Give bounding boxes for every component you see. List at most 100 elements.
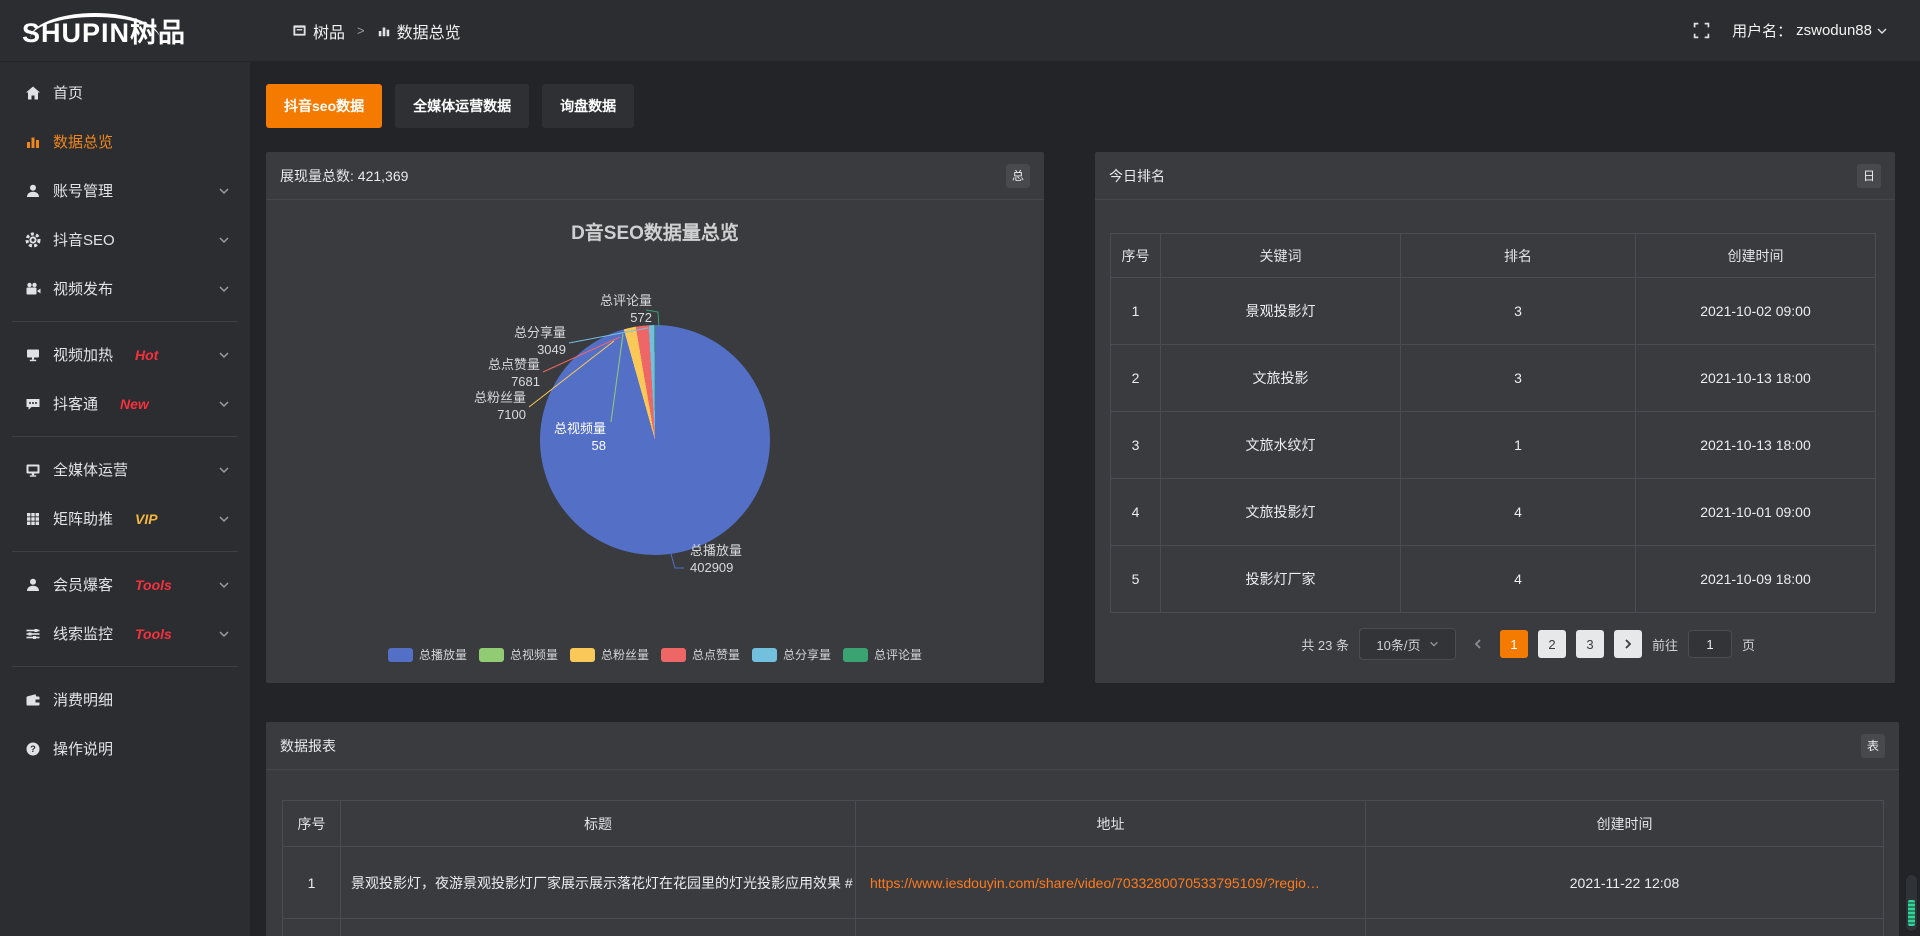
chat-icon: [25, 396, 41, 412]
report-title: 数据报表: [280, 736, 336, 756]
sidebar-item-lead-monitor[interactable]: 线索监控 Tools: [0, 609, 250, 658]
sidebar-item-home[interactable]: 首页: [0, 68, 250, 117]
tools-badge: Tools: [135, 577, 172, 593]
sidebar-item-account[interactable]: 账号管理: [0, 166, 250, 215]
sliders-icon: [25, 626, 41, 642]
pagination: 共 23 条 10条/页 1 2 3 前往 页: [1095, 628, 1895, 660]
data-report-panel: 数据报表 表 序号 标题 地址 创建时间 1 景观投影灯，夜游景观投影灯厂家展示…: [266, 722, 1899, 936]
sidebar-item-spending-detail[interactable]: 消费明细: [0, 675, 250, 724]
user-menu[interactable]: 用户名： zswodun88: [1732, 20, 1888, 41]
page-size-select[interactable]: 10条/页: [1359, 628, 1456, 660]
daily-view-button[interactable]: 日: [1857, 164, 1881, 188]
table-row: [283, 919, 1884, 936]
legend-item-comments[interactable]: 总评论量: [843, 646, 922, 663]
tab-douyin-seo[interactable]: 抖音seo数据: [266, 84, 382, 128]
page-button-2[interactable]: 2: [1538, 630, 1566, 658]
goto-label: 前往: [1652, 635, 1678, 654]
report-table: 序号 标题 地址 创建时间 1 景观投影灯，夜游景观投影灯厂家展示展示落花灯在花…: [282, 800, 1884, 936]
total-view-button[interactable]: 总: [1006, 164, 1030, 188]
impressions-panel: 展现量总数: 421,369 总 D音SEO数据量总览 总评论量572: [266, 152, 1044, 683]
table-row: 1景观投影灯 32021-10-02 09:00: [1111, 278, 1876, 345]
sidebar-item-douyin-seo[interactable]: 抖音SEO: [0, 215, 250, 264]
breadcrumb-current[interactable]: 数据总览: [377, 19, 461, 43]
sidebar-item-douketong[interactable]: 抖客通 New: [0, 379, 250, 428]
chevron-down-icon: [218, 398, 230, 410]
tab-all-media[interactable]: 全媒体运营数据: [395, 84, 529, 128]
hot-badge: Hot: [135, 347, 158, 363]
legend-item-fans[interactable]: 总粉丝量: [570, 646, 649, 663]
screen-icon: [25, 347, 41, 363]
app-logo: SHUPIN树品: [0, 11, 250, 50]
new-badge: New: [120, 396, 149, 412]
today-ranking-panel: 今日排名 日 序号 关键词 排名 创建时间 1景观投影灯 32021-10-02…: [1095, 152, 1895, 683]
next-page-button[interactable]: [1614, 630, 1642, 658]
chevron-down-icon: [218, 234, 230, 246]
chevron-down-icon: [218, 513, 230, 525]
sidebar-divider: [12, 551, 238, 552]
chevron-down-icon: [218, 283, 230, 295]
table-row: 2文旅投影 32021-10-13 18:00: [1111, 345, 1876, 412]
table-row: 3文旅水纹灯 12021-10-13 18:00: [1111, 412, 1876, 479]
page-button-3[interactable]: 3: [1576, 630, 1604, 658]
monitor-icon: [25, 462, 41, 478]
sidebar-divider: [12, 321, 238, 322]
breadcrumb-separator: >: [357, 23, 365, 38]
breadcrumb-home[interactable]: 树品: [292, 19, 345, 43]
table-view-button[interactable]: 表: [1861, 734, 1885, 758]
chevron-down-icon: [218, 185, 230, 197]
video-link[interactable]: https://www.iesdouyin.com/share/video/70…: [870, 875, 1320, 891]
legend-swatch: [843, 648, 868, 662]
scroll-thumb: [1908, 900, 1915, 926]
member-icon: [25, 577, 41, 593]
table-header-row: 序号 关键词 排名 创建时间: [1111, 234, 1876, 278]
legend-item-videos[interactable]: 总视频量: [479, 646, 558, 663]
legend-item-likes[interactable]: 总点赞量: [661, 646, 740, 663]
legend-item-shares[interactable]: 总分享量: [752, 646, 831, 663]
legend-swatch: [479, 648, 504, 662]
video-title-cell: 景观投影灯，夜游景观投影灯厂家展示展示落花灯在花园里的灯光投影应用效果 #: [341, 847, 856, 919]
tab-inquiry[interactable]: 询盘数据: [542, 84, 634, 128]
pie-label-likes: 总点赞量7681: [398, 356, 540, 390]
page-button-1[interactable]: 1: [1500, 630, 1528, 658]
table-row: 5投影灯厂家 42021-10-09 18:00: [1111, 546, 1876, 613]
total-count: 共 23 条: [1301, 635, 1349, 654]
chevron-down-icon: [218, 349, 230, 361]
pie-leader-lines: [266, 200, 1044, 683]
svg-text:?: ?: [30, 744, 36, 754]
prev-page-button[interactable]: [1466, 630, 1490, 658]
sidebar-item-matrix-boost[interactable]: 矩阵助推 VIP: [0, 494, 250, 543]
chevron-down-icon: [218, 579, 230, 591]
chevron-down-icon: [218, 628, 230, 640]
gear-icon: [25, 232, 41, 248]
sidebar-item-video-heat[interactable]: 视频加热 Hot: [0, 330, 250, 379]
impressions-title: 展现量总数: 421,369: [280, 166, 408, 186]
ranking-table: 序号 关键词 排名 创建时间 1景观投影灯 32021-10-02 09:00 …: [1110, 233, 1876, 613]
bar-chart-icon: [377, 24, 391, 38]
sidebar-divider: [12, 666, 238, 667]
sidebar-item-all-media[interactable]: 全媒体运营: [0, 445, 250, 494]
username-label: 用户名：: [1732, 20, 1792, 41]
sidebar-item-video-publish[interactable]: 视频发布: [0, 264, 250, 313]
fullscreen-icon[interactable]: [1693, 22, 1710, 39]
sidebar-divider: [12, 436, 238, 437]
table-row: 4文旅投影灯 42021-10-01 09:00: [1111, 479, 1876, 546]
home-icon: [25, 85, 41, 101]
legend-swatch: [661, 648, 686, 662]
sidebar-item-member-burst[interactable]: 会员爆客 Tools: [0, 560, 250, 609]
legend-item-plays[interactable]: 总播放量: [388, 646, 467, 663]
breadcrumb: 树品 > 数据总览: [292, 19, 461, 43]
pie-label-shares: 总分享量3049: [424, 324, 566, 358]
sidebar-item-instructions[interactable]: ? 操作说明: [0, 724, 250, 773]
legend-swatch: [752, 648, 777, 662]
video-camera-icon: [25, 281, 41, 297]
sidebar-item-data-overview[interactable]: 数据总览: [0, 117, 250, 166]
legend-swatch: [570, 648, 595, 662]
bar-chart-icon: [25, 134, 41, 150]
scroll-indicator[interactable]: [1905, 874, 1918, 932]
username-value: zswodun88: [1796, 22, 1872, 39]
goto-page-input[interactable]: [1688, 630, 1732, 658]
main-content: 抖音seo数据 全媒体运营数据 询盘数据 展现量总数: 421,369 总 D音…: [250, 62, 1920, 936]
grid-icon: [25, 511, 41, 527]
legend-swatch: [388, 648, 413, 662]
pie-chart: D音SEO数据量总览 总评论量572 总分享量3049 总: [266, 200, 1044, 683]
